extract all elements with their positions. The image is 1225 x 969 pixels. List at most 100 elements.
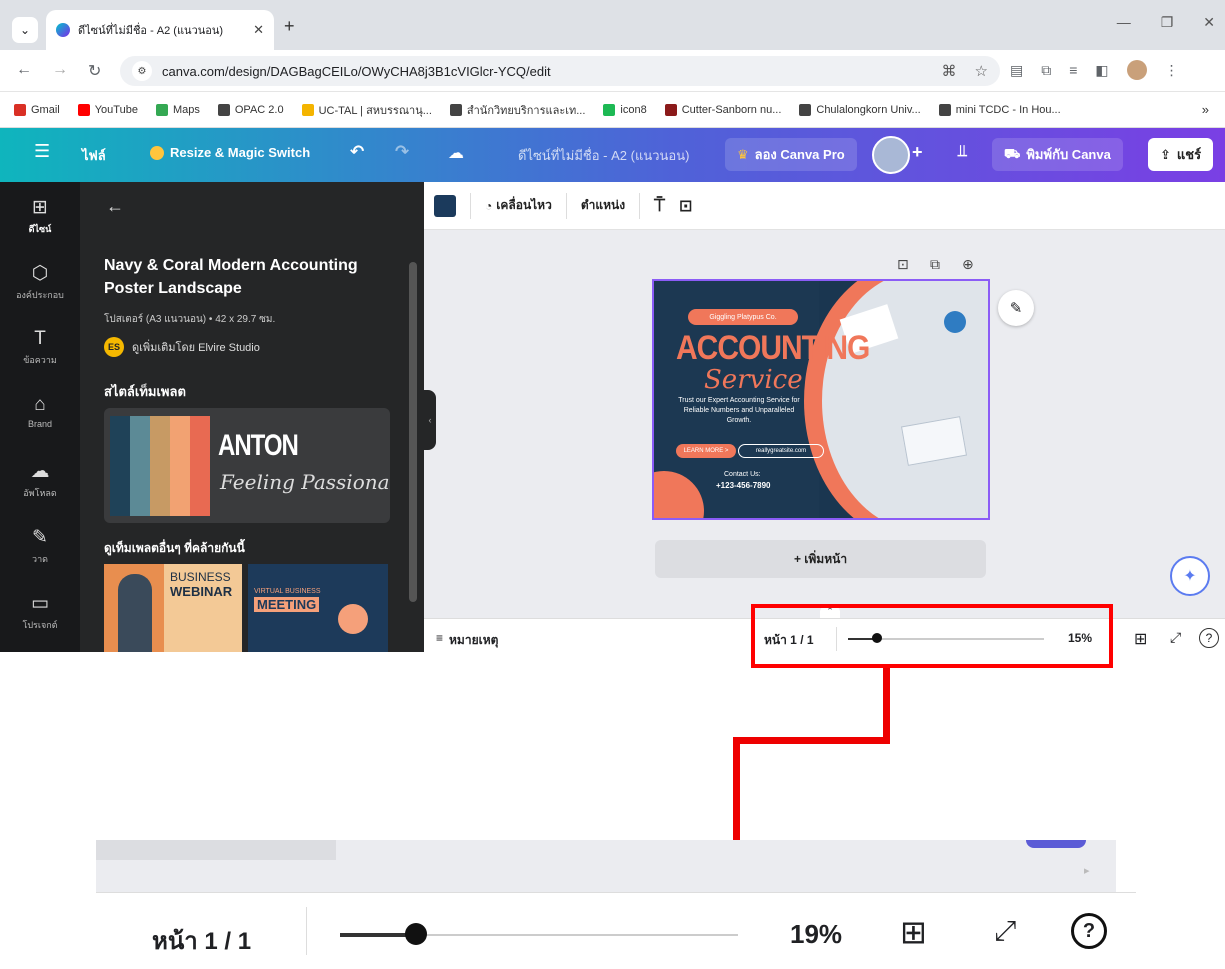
notes-button[interactable]: ≡ หมายเหตุ — [436, 631, 498, 650]
bookmark-label: Gmail — [31, 103, 60, 116]
back-arrow-icon[interactable]: ← — [16, 61, 32, 79]
comment-icon[interactable]: ✎ — [998, 290, 1034, 326]
address-bar-row: ← → ↻ ⚙ canva.com/design/DAGBagCEILo/OWy… — [0, 50, 1225, 92]
bookmark-item[interactable]: icon8 — [603, 103, 647, 116]
tab-search-button[interactable]: ⌄ — [12, 17, 38, 43]
reader-icon[interactable]: ▤ — [1010, 62, 1023, 79]
print-with-canva-button[interactable]: ⛟ พิมพ์กับ Canva — [992, 138, 1123, 171]
zoomed-canvas-strip: ▸ — [96, 840, 1116, 892]
restore-icon[interactable]: ❐ — [1161, 14, 1174, 31]
extensions-icon[interactable]: ⧉ — [1041, 62, 1051, 79]
bookmark-favicon-icon — [301, 103, 314, 116]
bookmark-star-icon[interactable]: ☆ — [975, 62, 988, 80]
rail-icon: ▭ — [31, 593, 49, 614]
bookmark-label: UC-TAL | สหบรรณานุ... — [318, 104, 432, 117]
translate-icon[interactable]: ⌘ — [942, 62, 957, 80]
new-tab-button[interactable]: + — [284, 16, 295, 37]
user-avatar[interactable] — [872, 136, 910, 174]
bookmark-item[interactable]: Cutter-Sanborn nu... — [664, 103, 781, 116]
rail-item[interactable]: T ข้อความ — [0, 328, 80, 367]
add-people-icon[interactable]: + — [912, 142, 923, 163]
collapse-panel-button[interactable]: ‹ — [424, 390, 436, 450]
color-swatch[interactable] — [434, 194, 456, 217]
bookmark-item[interactable]: OPAC 2.0 — [217, 103, 284, 116]
creator-link[interactable]: ดูเพิ่มเติมโดย Elvire Studio — [132, 338, 260, 356]
rail-item[interactable]: ⊞ ดีไซน์ — [0, 196, 80, 236]
share-button[interactable]: ⇪ แชร์ — [1148, 138, 1214, 171]
scrollbar-thumb[interactable] — [409, 262, 417, 602]
rail-item[interactable]: ⬡ องค์ประกอบ — [0, 262, 80, 302]
similar-template-1[interactable]: BUSINESS WEBINAR — [104, 564, 242, 652]
kebab-menu-icon[interactable]: ⋮ — [1165, 62, 1179, 79]
site-settings-icon[interactable]: ⚙ — [132, 61, 152, 81]
rail-icon: ✎ — [32, 527, 48, 548]
magic-sparkle-icon[interactable]: ✦ — [1170, 556, 1210, 596]
paint-roller-icon[interactable]: ⍑ — [654, 195, 665, 216]
design-poster[interactable]: Giggling Platypus Co. ACCOUNTING Service… — [652, 279, 990, 520]
back-arrow-icon[interactable]: ← — [106, 196, 124, 217]
bookmarks-overflow-icon[interactable]: » — [1202, 102, 1209, 117]
close-tab-icon[interactable]: ✕ — [253, 22, 264, 38]
bookmark-item[interactable]: YouTube — [77, 103, 138, 116]
side-panel-icon[interactable]: ◧ — [1095, 62, 1108, 79]
resize-magic-switch-button[interactable]: Resize & Magic Switch — [150, 145, 310, 160]
minimize-icon[interactable]: — — [1117, 14, 1131, 31]
add-page-button[interactable]: + เพิ่มหน้า — [655, 540, 986, 578]
browser-tab-active[interactable]: ดีไซน์ที่ไม่มีชื่อ - A2 (แนวนอน) ✕ — [46, 10, 274, 50]
rail-item[interactable]: ▭ โปรเจกต์ — [0, 592, 80, 632]
close-window-icon[interactable]: ✕ — [1203, 14, 1215, 31]
zoomed-bottom-bar: หน้า 1 / 1 19% ⊞ ⤢ ? — [96, 892, 1136, 969]
bookmark-favicon-icon — [603, 103, 616, 116]
panel-scrollbar[interactable] — [405, 182, 423, 652]
help-icon[interactable]: ? — [1199, 628, 1219, 648]
rail-icon: T — [34, 328, 46, 349]
bookmark-item[interactable]: Chulalongkorn Univ... — [799, 103, 921, 116]
profile-avatar[interactable] — [1126, 60, 1147, 80]
duplicate-page-icon[interactable]: ⧉ — [930, 256, 940, 273]
style-card[interactable]: ANTON Feeling Passionate — [104, 408, 390, 523]
rail-item[interactable]: ☁ อัพโหลด — [0, 460, 80, 500]
file-menu[interactable]: ไฟล์ — [82, 145, 106, 166]
grid-view-icon[interactable]: ⊞ — [1134, 629, 1147, 649]
bookmark-item[interactable]: Gmail — [14, 103, 60, 116]
poster-title: ACCOUNTING — [676, 329, 870, 367]
fullscreen-icon[interactable]: ⤢ — [1170, 629, 1181, 646]
lock-page-icon[interactable]: ⊡ — [897, 256, 909, 273]
creator-row[interactable]: ES ดูเพิ่มเติมโดย Elvire Studio — [104, 337, 260, 357]
undo-icon[interactable]: ↶ — [350, 142, 364, 162]
rail-item[interactable]: ⌂ Brand — [0, 394, 80, 429]
bookmark-item[interactable]: Maps — [155, 103, 200, 116]
url-text[interactable]: canva.com/design/DAGBagCEILo/OWyCHA8j3B1… — [162, 64, 551, 79]
crown-small-icon: ♛ — [737, 146, 749, 162]
bookmark-item[interactable]: UC-TAL | สหบรรณานุ... — [301, 101, 432, 119]
truck-icon: ⛟ — [1004, 145, 1021, 161]
template-meta: โปสเตอร์ (A3 แนวนอน) • 42 x 29.7 ซม. — [104, 314, 276, 325]
bookmark-label: สำนักวิทยบริการและเท... — [466, 104, 586, 117]
bookmark-item[interactable]: mini TCDC - In Hou... — [938, 103, 1061, 116]
similar-template-2[interactable]: VIRTUAL BUSINESS MEETING — [248, 564, 388, 652]
forward-arrow-icon[interactable]: → — [52, 61, 68, 79]
zoomed-page-indicator: หน้า 1 / 1 — [152, 928, 252, 955]
browser-tab-bar: ⌄ ดีไซน์ที่ไม่มีชื่อ - A2 (แนวนอน) ✕ + —… — [0, 0, 1225, 50]
poster-pie — [944, 311, 966, 333]
design-title[interactable]: ดีไซน์ที่ไม่มีชื่อ - A2 (แนวนอน) — [518, 145, 689, 166]
template-panel: ← Navy & Coral Modern Accounting Poster … — [80, 182, 425, 652]
scroll-right-icon[interactable]: ▸ — [1084, 864, 1090, 877]
hamburger-menu-icon[interactable]: ☰ — [34, 141, 50, 162]
print-label: พิมพ์กับ Canva — [1026, 147, 1111, 162]
rail-item[interactable]: ✎ วาด — [0, 526, 80, 566]
cloud-saved-icon[interactable]: ☁ — [448, 143, 464, 163]
redo-icon[interactable]: ↷ — [395, 142, 409, 162]
omnibox[interactable]: ⚙ canva.com/design/DAGBagCEILo/OWyCHA8j3… — [120, 56, 1000, 86]
try-canva-pro-button[interactable]: ♛ ลอง Canva Pro — [725, 138, 857, 171]
reload-icon[interactable]: ↻ — [88, 61, 101, 81]
lock-icon[interactable]: ⊡ — [679, 196, 692, 216]
add-page-icon[interactable]: ⊕ — [962, 256, 974, 273]
reading-list-icon[interactable]: ≡ — [1069, 62, 1077, 78]
insights-icon[interactable]: ⫫ — [958, 143, 967, 161]
position-button[interactable]: ตำแหน่ง — [581, 196, 625, 215]
bookmark-item[interactable]: สำนักวิทยบริการและเท... — [449, 101, 586, 119]
person-figure — [118, 574, 152, 652]
animate-button[interactable]: ◔ เคลื่อนไหว — [485, 196, 552, 215]
context-toolbar: ◔ เคลื่อนไหว ตำแหน่ง ⍑ ⊡ — [424, 182, 1225, 230]
